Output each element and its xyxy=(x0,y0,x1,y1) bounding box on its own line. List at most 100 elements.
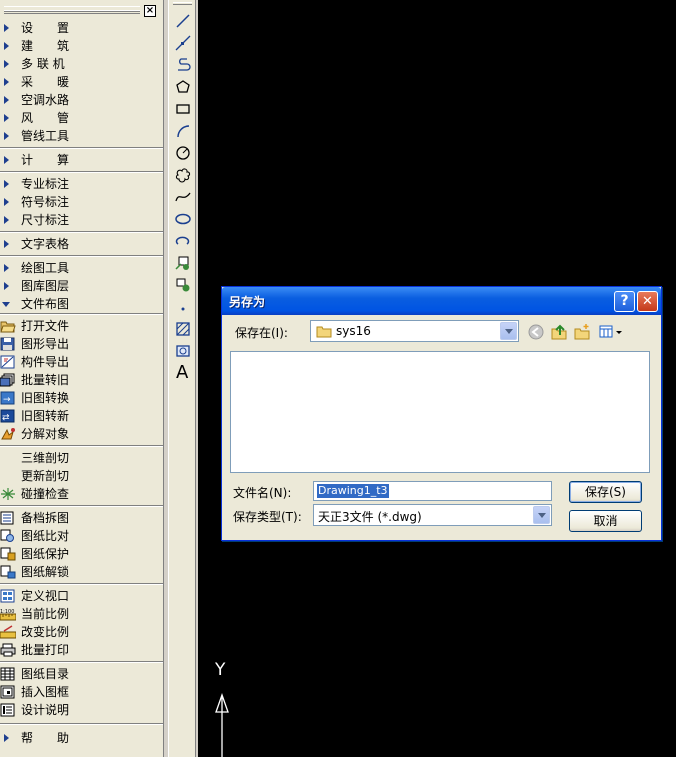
menu-item-3d-section[interactable]: 三维剖切 xyxy=(0,449,163,467)
view-menu-button[interactable] xyxy=(598,323,624,341)
save-as-dialog: 另存为 ? ✕ 保存在(I): sys16 文件名(N): Drawing1_t… xyxy=(221,286,662,541)
menu-item-file-layout[interactable]: 文件布图 xyxy=(0,295,163,313)
construction-line-icon xyxy=(175,35,191,51)
batch-convert-icon xyxy=(0,373,15,387)
menu-item-settings[interactable]: 设 置 xyxy=(0,19,163,37)
ellipse-icon xyxy=(175,213,191,225)
menu-item-batch-print[interactable]: 批量打印 xyxy=(0,641,163,659)
menu-item-open-file[interactable]: 打开文件 xyxy=(0,317,163,335)
menu-item-ac-water[interactable]: 空调水路 xyxy=(0,91,163,109)
menu-item-label: 图纸目录 xyxy=(21,667,70,681)
menu-item-heating[interactable]: 采 暖 xyxy=(0,73,163,91)
menu-item-drawing-catalog[interactable]: 图纸目录 xyxy=(0,665,163,683)
region-tool[interactable] xyxy=(172,341,194,361)
menu-item-explode-object[interactable]: 分解对象 xyxy=(0,425,163,443)
menu-item-label: 旧图转换 xyxy=(21,391,70,405)
file-list[interactable] xyxy=(230,351,650,473)
menu-item-pipe-tools[interactable]: 管线工具 xyxy=(0,127,163,145)
menu-item-design-notes[interactable]: 设计说明 xyxy=(0,701,163,719)
filetype-dropdown-button[interactable] xyxy=(533,506,550,524)
cloud-icon xyxy=(175,168,191,183)
help-button[interactable]: ? xyxy=(614,291,635,312)
panel-grip-line xyxy=(4,10,140,14)
menu-item-graphic-export[interactable]: 图形导出 xyxy=(0,335,163,353)
menu-divider xyxy=(0,147,163,149)
menu-item-label: 定义视口 xyxy=(21,589,70,603)
save-in-combo[interactable]: sys16 xyxy=(310,320,519,342)
menu-item-batch-to-old[interactable]: 批量转旧 xyxy=(0,371,163,389)
expand-arrow-icon xyxy=(4,198,9,206)
filetype-combo[interactable]: 天正3文件 (*.dwg) xyxy=(313,504,552,526)
filetype-label: 保存类型(T): xyxy=(233,510,302,524)
hatch-tool[interactable] xyxy=(172,319,194,339)
menu-item-archive-split[interactable]: 备档拆图 xyxy=(0,509,163,527)
save-in-label: 保存在(I): xyxy=(235,326,288,340)
menu-item-define-viewport[interactable]: 定义视口 xyxy=(0,587,163,605)
polygon-tool[interactable] xyxy=(172,77,194,97)
text-tool[interactable]: A xyxy=(172,363,194,383)
cancel-button[interactable]: 取消 xyxy=(569,510,642,532)
make-block-tool[interactable] xyxy=(172,275,194,295)
menu-item-text-table[interactable]: 文字表格 xyxy=(0,235,163,253)
back-button[interactable] xyxy=(527,323,547,341)
menu-item-special-dimension[interactable]: 专业标注 xyxy=(0,175,163,193)
ellipse-tool[interactable] xyxy=(172,209,194,229)
menu-item-insert-frame[interactable]: 插入图框 xyxy=(0,683,163,701)
line-tool[interactable] xyxy=(172,11,194,31)
save-button[interactable]: 保存(S) xyxy=(569,481,642,503)
insert-block-tool[interactable] xyxy=(172,253,194,273)
filename-input[interactable]: Drawing1_t3 xyxy=(313,481,552,501)
menu-item-label: 设计说明 xyxy=(21,703,70,717)
new-folder-button[interactable] xyxy=(573,323,593,341)
rectangle-tool[interactable] xyxy=(172,99,194,119)
hatch-icon xyxy=(176,322,190,336)
menu-item-library-layers[interactable]: 图库图层 xyxy=(0,277,163,295)
region-icon xyxy=(176,345,190,357)
menu-item-drawing-protect[interactable]: 图纸保护 xyxy=(0,545,163,563)
point-tool[interactable] xyxy=(172,297,194,317)
save-in-dropdown-button[interactable] xyxy=(500,322,517,340)
archive-split-icon xyxy=(0,511,14,525)
menu-item-old-to-new[interactable]: ⇄ 旧图转新 xyxy=(0,407,163,425)
menu-item-size-dimension[interactable]: 尺寸标注 xyxy=(0,211,163,229)
panel-close-button[interactable]: × xyxy=(144,5,156,17)
spline-tool[interactable] xyxy=(172,187,194,207)
menu-item-symbol-dimension[interactable]: 符号标注 xyxy=(0,193,163,211)
menu-item-label: 管线工具 xyxy=(21,129,70,143)
polyline-tool[interactable] xyxy=(172,55,194,75)
menu-item-label: 文字表格 xyxy=(21,237,70,251)
expand-arrow-icon xyxy=(4,734,9,742)
menu-item-drawing-tools[interactable]: 绘图工具 xyxy=(0,259,163,277)
construction-line-tool[interactable] xyxy=(172,33,194,53)
ellipse-arc-icon xyxy=(175,236,190,245)
lock-icon xyxy=(0,547,16,561)
menu-item-label: 文件布图 xyxy=(21,297,70,311)
revision-cloud-tool[interactable] xyxy=(172,165,194,185)
menu-item-current-scale[interactable]: 1:100 当前比例 xyxy=(0,605,163,623)
toolbar-grip[interactable] xyxy=(173,2,192,5)
arc-tool[interactable] xyxy=(172,121,194,141)
up-folder-button[interactable] xyxy=(550,323,570,341)
expand-arrow-icon xyxy=(4,114,9,122)
menu-item-old-drawing-convert[interactable]: → 旧图转换 xyxy=(0,389,163,407)
menu-item-drawing-compare[interactable]: 图纸比对 xyxy=(0,527,163,545)
text-tool-icon: A xyxy=(176,362,189,383)
menu-item-update-section[interactable]: 更新剖切 xyxy=(0,467,163,485)
menu-item-calculation[interactable]: 计 算 xyxy=(0,151,163,169)
menu-item-change-scale[interactable]: 改变比例 xyxy=(0,623,163,641)
menu-item-drawing-unlock[interactable]: 图纸解锁 xyxy=(0,563,163,581)
filename-label: 文件名(N): xyxy=(233,486,292,500)
menu-item-architecture[interactable]: 建 筑 xyxy=(0,37,163,55)
folder-icon xyxy=(316,326,332,338)
circle-tool[interactable] xyxy=(172,143,194,163)
menu-item-help[interactable]: 帮 助 xyxy=(0,729,163,747)
menu-item-vrf[interactable]: 多 联 机 xyxy=(0,55,163,73)
menu-item-duct[interactable]: 风 管 xyxy=(0,109,163,127)
menu-divider xyxy=(0,661,163,663)
close-button[interactable]: ✕ xyxy=(637,291,658,312)
dialog-titlebar[interactable]: 另存为 ? ✕ xyxy=(222,287,661,315)
change-scale-icon xyxy=(0,625,16,639)
ellipse-arc-tool[interactable] xyxy=(172,231,194,251)
menu-item-collision-check[interactable]: 碰撞检查 xyxy=(0,485,163,503)
menu-item-component-export[interactable]: 构件导出 xyxy=(0,353,163,371)
